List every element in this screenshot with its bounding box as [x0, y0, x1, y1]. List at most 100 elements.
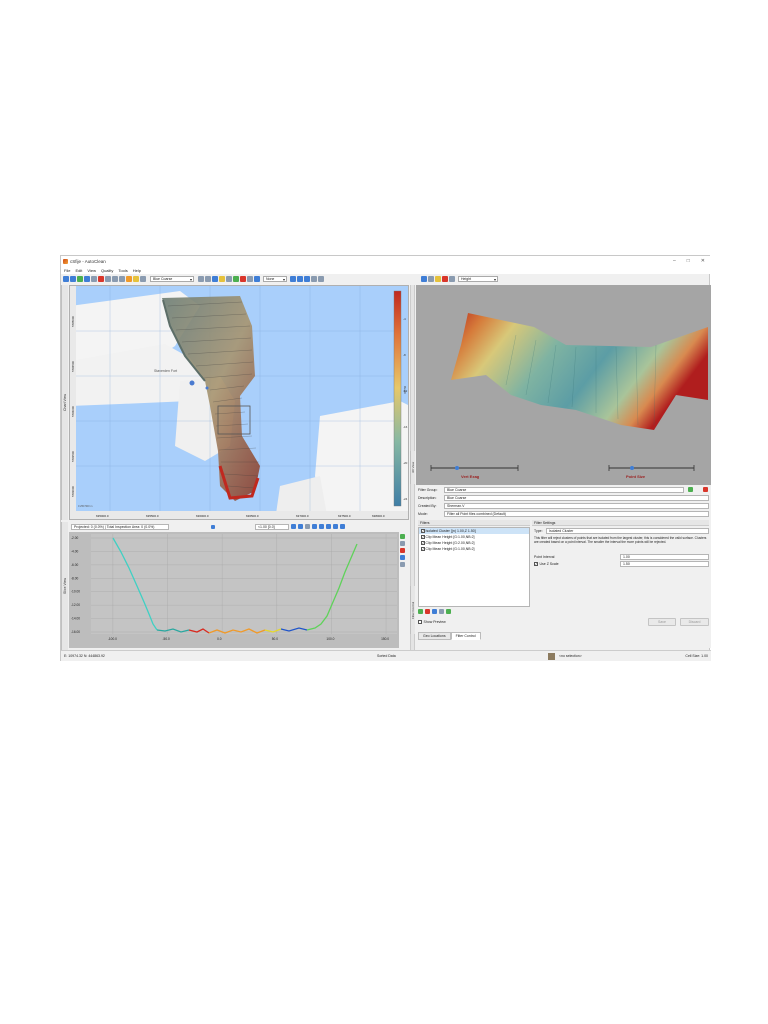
filter-icon[interactable] — [311, 276, 317, 282]
vert-exag-slider[interactable] — [455, 466, 459, 470]
view3d-grid-icon[interactable] — [428, 276, 434, 282]
slice-accept-icon[interactable] — [400, 534, 405, 539]
move-down-icon[interactable] — [446, 609, 451, 614]
slice-up2-icon[interactable] — [326, 524, 331, 529]
color-by-combo[interactable]: Height — [458, 276, 498, 282]
close-button[interactable]: ✕ — [701, 258, 705, 264]
tab-filter-control[interactable]: Filter Control — [450, 632, 481, 640]
rectangle-icon[interactable] — [219, 276, 225, 282]
point-interval-input[interactable]: 1.00 — [620, 554, 709, 560]
slice-y-tick: -16.00 — [71, 630, 80, 634]
add-filter-group-icon[interactable] — [688, 487, 693, 492]
settings-icon[interactable] — [318, 276, 324, 282]
add-filter-icon[interactable] — [418, 609, 423, 614]
slice-tool-icon[interactable] — [400, 555, 405, 560]
3d-view[interactable]: Vert Exag Point Size — [416, 285, 711, 485]
slice-undo-icon[interactable] — [400, 562, 405, 567]
chart-view[interactable]: Staverden Fort -4 -8 -12 -16 -20 -24 Dep… — [69, 285, 409, 520]
slice-y-tick: -14.00 — [71, 617, 80, 621]
menu-help[interactable]: Help — [133, 268, 141, 273]
polygon-icon[interactable] — [205, 276, 211, 282]
menu-quality[interactable]: Quality — [101, 268, 113, 273]
slice-width-input[interactable]: <1.00 [0.0] — [255, 523, 289, 530]
location-pin-icon[interactable] — [205, 386, 209, 390]
filter-group-input[interactable]: Blue Coarse — [444, 487, 684, 493]
add-icon[interactable] — [77, 276, 83, 282]
sync-icon[interactable] — [297, 276, 303, 282]
grid-icon[interactable] — [247, 276, 253, 282]
description-input[interactable]: Blue Coarse — [444, 495, 709, 501]
save-button[interactable]: Save — [648, 618, 676, 626]
accept-icon[interactable] — [233, 276, 239, 282]
filter-control-tab[interactable]: Filter Control — [410, 586, 415, 634]
mode-select[interactable]: Filter all Point files combined (Default… — [444, 511, 709, 517]
globe-icon[interactable] — [91, 276, 97, 282]
move-up-icon[interactable] — [439, 609, 444, 614]
slice-pan-icon[interactable] — [305, 524, 310, 529]
filter-group-combo[interactable]: Blue Coarse — [150, 276, 194, 282]
use-z-scale-checkbox[interactable]: ✓ — [534, 562, 538, 566]
filter-checkbox[interactable]: ✓ — [421, 541, 425, 545]
refresh-icon[interactable] — [290, 276, 296, 282]
tab-geo-locations[interactable]: Geo Locations — [418, 632, 451, 640]
slice-plot[interactable]: -2.00 -4.00 -6.00 -8.00 -10.00 -12.00 -14.00 -1… — [69, 532, 399, 648]
filter-item[interactable]: ✓ Clip Mean Height [G:1.00,NB:2] — [419, 546, 529, 552]
line-icon[interactable] — [212, 276, 218, 282]
edit-icon[interactable] — [198, 276, 204, 282]
display-combo[interactable]: None — [263, 276, 287, 282]
zoom-extent-icon[interactable] — [105, 276, 111, 282]
zoom-window-icon[interactable] — [112, 276, 118, 282]
slice-move-icon[interactable] — [312, 524, 317, 529]
slice-reject-icon[interactable] — [400, 548, 405, 553]
layers-icon[interactable] — [84, 276, 90, 282]
view3d-rotate-icon[interactable] — [449, 276, 455, 282]
view3d-light-icon[interactable] — [435, 276, 441, 282]
slice-view-tab[interactable]: Slice View — [61, 522, 68, 650]
slice-rotate-icon[interactable] — [291, 524, 296, 529]
minimize-button[interactable]: – — [673, 258, 676, 264]
map-x-tick: 635000.0 — [96, 514, 109, 518]
slice-marker-icon[interactable] — [211, 524, 215, 529]
filter-checkbox[interactable]: ✓ — [421, 535, 425, 539]
target-icon[interactable] — [304, 276, 310, 282]
point-size-slider[interactable] — [630, 466, 634, 470]
view-icon[interactable] — [254, 276, 260, 282]
menu-file[interactable]: File — [64, 268, 70, 273]
open-icon[interactable] — [63, 276, 69, 282]
surface-icon[interactable] — [126, 276, 132, 282]
slice-up-icon[interactable] — [319, 524, 324, 529]
slice-y-tick: -6.00 — [71, 563, 78, 567]
3d-view-tab[interactable]: 3D View — [410, 451, 415, 484]
measure-icon[interactable] — [133, 276, 139, 282]
place-label: Staverden Fort — [154, 369, 177, 373]
remove-filter-icon[interactable] — [425, 609, 430, 614]
use-z-scale-input[interactable]: 1.50 — [620, 561, 709, 567]
save-icon[interactable] — [70, 276, 76, 282]
slice-fit-icon[interactable] — [298, 524, 303, 529]
lasso-icon[interactable] — [226, 276, 232, 282]
show-preview-checkbox[interactable] — [418, 620, 422, 624]
info-icon[interactable] — [140, 276, 146, 282]
filter-checkbox[interactable]: ✓ — [421, 547, 425, 551]
view3d-clear-icon[interactable] — [442, 276, 448, 282]
menu-view[interactable]: View — [87, 268, 96, 273]
pan-icon[interactable] — [119, 276, 125, 282]
discard-button[interactable]: Discard — [680, 618, 709, 626]
reject-icon[interactable] — [240, 276, 246, 282]
slice-down2-icon[interactable] — [340, 524, 345, 529]
view3d-home-icon[interactable] — [421, 276, 427, 282]
copy-filter-icon[interactable] — [432, 609, 437, 614]
slice-box-icon[interactable] — [400, 541, 405, 546]
menu-tools[interactable]: Tools — [118, 268, 127, 273]
slice-down-icon[interactable] — [333, 524, 338, 529]
map-y-tick: 5784000 — [70, 406, 75, 417]
filter-checkbox[interactable]: ✓ — [421, 529, 425, 533]
select-icon[interactable] — [98, 276, 104, 282]
chart-view-tab[interactable]: Chart View — [61, 285, 68, 520]
created-by-input[interactable]: Sherman.V — [444, 503, 709, 509]
delete-filter-group-icon[interactable] — [703, 487, 708, 492]
menu-edit[interactable]: Edit — [75, 268, 82, 273]
type-select[interactable]: Isolated Cluster — [546, 528, 709, 534]
maximize-button[interactable]: □ — [687, 258, 690, 264]
location-pin-icon[interactable] — [189, 380, 195, 386]
